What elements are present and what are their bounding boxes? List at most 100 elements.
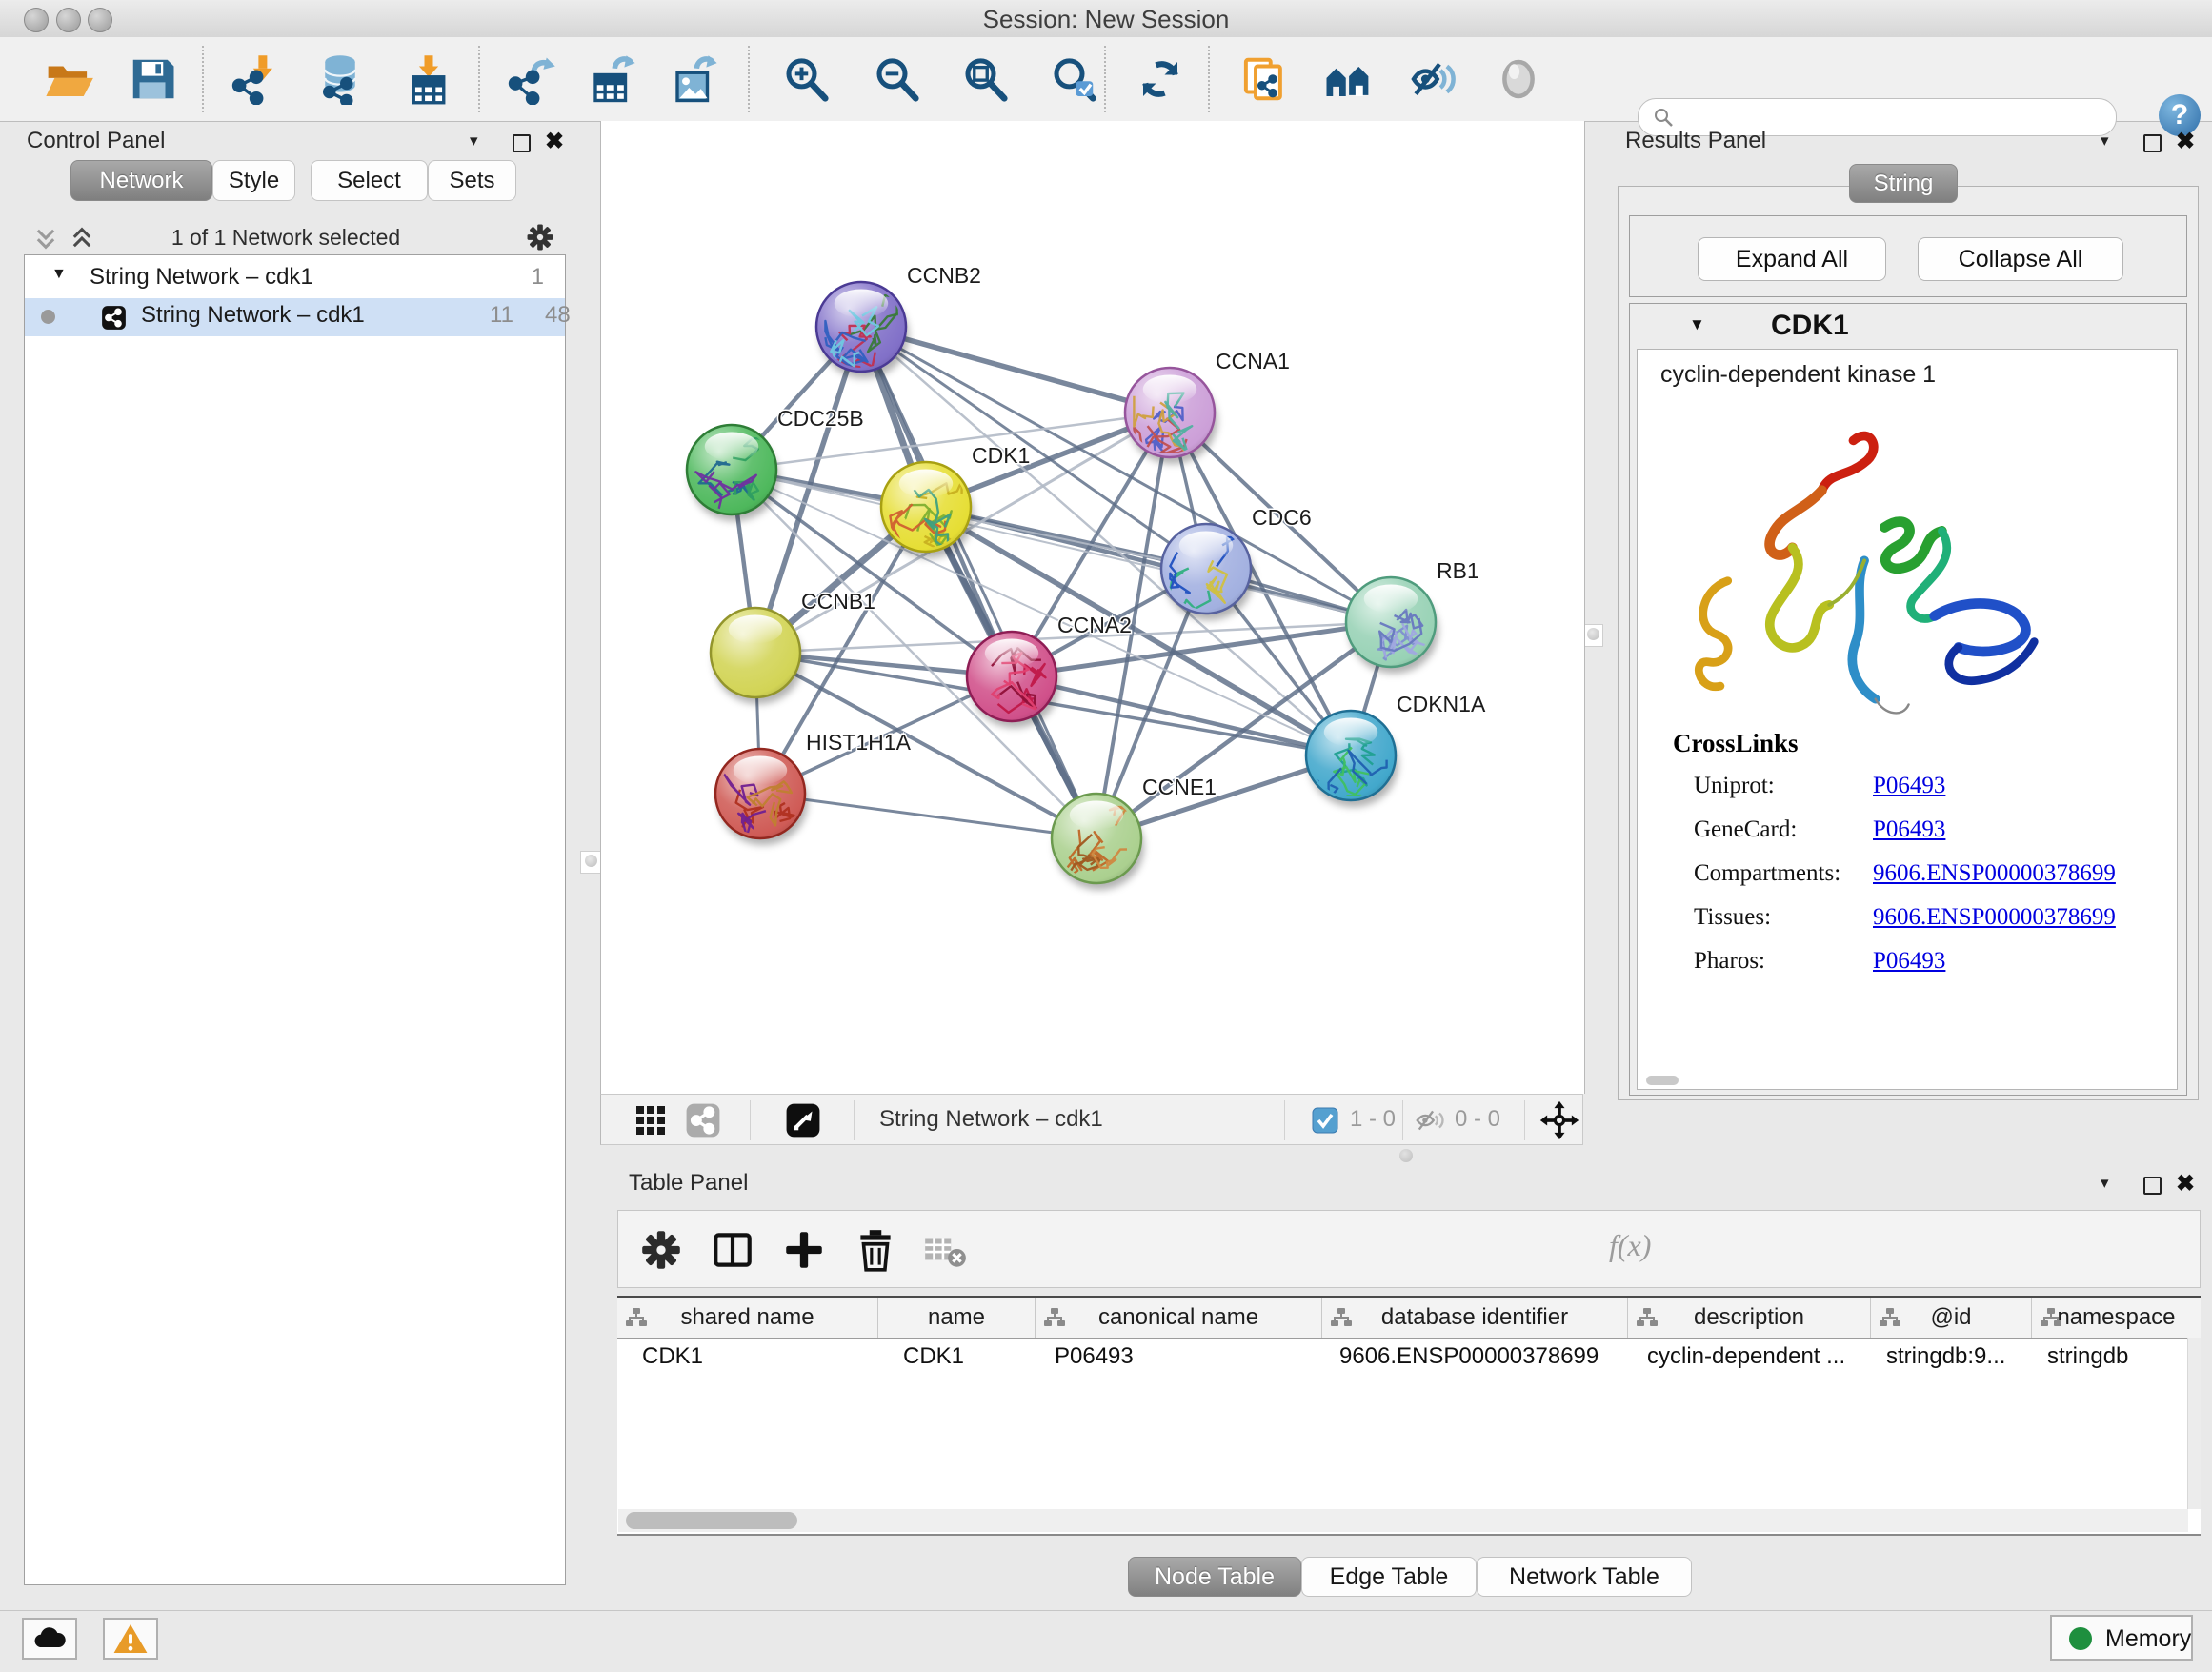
- import-table-icon[interactable]: [403, 53, 454, 105]
- zoom-in-icon[interactable]: [780, 53, 832, 105]
- network-node-CDC25B[interactable]: [687, 425, 779, 521]
- network-node-CDK1[interactable]: [881, 462, 974, 558]
- cloud-button[interactable]: [22, 1618, 77, 1660]
- tab-style[interactable]: Style: [212, 160, 295, 201]
- share-view-icon[interactable]: [685, 1102, 721, 1138]
- table-row[interactable]: CDK1 CDK1 P06493 9606.ENSP00000378699 cy…: [617, 1339, 2201, 1377]
- node-label-CCNB1: CCNB1: [801, 589, 875, 614]
- gene-collapse-icon[interactable]: ▼: [1689, 315, 1705, 334]
- zoom-selected-icon[interactable]: [1048, 53, 1099, 105]
- network-edge-CCNB2-CCNE1[interactable]: [861, 327, 1096, 838]
- show-graphics-icon[interactable]: [1493, 53, 1544, 105]
- column-header[interactable]: description: [1628, 1298, 1871, 1338]
- import-database-icon[interactable]: [314, 53, 366, 105]
- collapse-all-button[interactable]: Collapse All: [1918, 237, 2123, 281]
- results-panel-collapse-icon[interactable]: ▾: [2101, 131, 2109, 151]
- collapse-all-icon[interactable]: [32, 225, 59, 252]
- add-column-icon[interactable]: [780, 1226, 828, 1274]
- control-panel-float-icon[interactable]: [513, 134, 531, 152]
- network-node-CCNA1[interactable]: [1125, 368, 1217, 464]
- delete-column-icon[interactable]: [852, 1226, 899, 1274]
- network-row[interactable]: String Network – cdk1 11 48: [25, 298, 565, 336]
- export-network-icon[interactable]: [506, 53, 557, 105]
- network-edge-CCNE1-HIST1H1A[interactable]: [760, 794, 1096, 838]
- tree-expand-icon[interactable]: ▼: [51, 266, 67, 283]
- network-share-icon: [101, 305, 127, 331]
- protein-structure-image: [1666, 424, 2066, 719]
- birds-eye-icon[interactable]: [785, 1102, 821, 1138]
- network-node-CCNA2[interactable]: [967, 632, 1059, 728]
- results-panel-float-icon[interactable]: [2143, 134, 2162, 152]
- left-splitter-grip[interactable]: [580, 851, 601, 874]
- tab-node-table[interactable]: Node Table: [1128, 1557, 1301, 1597]
- zoom-out-icon[interactable]: [871, 53, 922, 105]
- network-node-HIST1H1A[interactable]: [715, 749, 808, 845]
- hidden-eye-slash-icon[interactable]: [1413, 1106, 1445, 1135]
- memory-status-dot: [2069, 1627, 2092, 1650]
- table-gear-icon[interactable]: [637, 1226, 685, 1274]
- expand-all-icon[interactable]: [69, 225, 95, 252]
- table-panel-collapse-icon[interactable]: ▾: [2101, 1174, 2109, 1193]
- crosslink-link[interactable]: P06493: [1873, 948, 1945, 975]
- column-header[interactable]: name: [878, 1298, 1036, 1338]
- results-scrollbar[interactable]: [1646, 1076, 1679, 1085]
- network-node-CCNE1[interactable]: [1052, 794, 1144, 890]
- save-icon[interactable]: [127, 53, 178, 105]
- memory-button[interactable]: Memory: [2050, 1615, 2193, 1661]
- node-label-CCNB2: CCNB2: [907, 263, 981, 288]
- table-panel-close-icon[interactable]: ✖: [2176, 1170, 2195, 1198]
- node-label-RB1: RB1: [1437, 558, 1479, 583]
- collection-label: String Network – cdk1: [90, 264, 313, 291]
- export-image-icon[interactable]: [669, 53, 720, 105]
- gear-icon[interactable]: [524, 221, 556, 253]
- hidden-counts: 0 - 0: [1455, 1106, 1500, 1133]
- open-folder-icon[interactable]: [43, 53, 94, 105]
- results-panel-close-icon[interactable]: ✖: [2176, 128, 2195, 155]
- fit-content-crosshair-icon[interactable]: [1538, 1099, 1580, 1141]
- warning-button[interactable]: [103, 1618, 158, 1660]
- show-columns-icon[interactable]: [709, 1226, 756, 1274]
- control-panel-close-icon[interactable]: ✖: [545, 128, 564, 155]
- column-header[interactable]: namespace: [2032, 1298, 2201, 1338]
- table-horizontal-scrollbar[interactable]: [618, 1509, 2188, 1532]
- tab-sets[interactable]: Sets: [428, 160, 516, 201]
- network-node-CCNB1[interactable]: [711, 608, 803, 704]
- crosslink-link[interactable]: 9606.ENSP00000378699: [1873, 904, 2116, 931]
- network-node-RB1[interactable]: [1346, 577, 1438, 674]
- network-node-CDC6[interactable]: [1161, 524, 1254, 620]
- table-panel-float-icon[interactable]: [2143, 1177, 2162, 1195]
- selected-checkbox-icon[interactable]: [1312, 1107, 1338, 1134]
- column-header[interactable]: @id: [1871, 1298, 2032, 1338]
- tab-string[interactable]: String: [1849, 164, 1958, 203]
- clone-network-icon[interactable]: [1238, 53, 1290, 105]
- network-collection-row[interactable]: ▼ String Network – cdk1 1: [25, 260, 565, 298]
- delete-table-icon[interactable]: [921, 1226, 969, 1274]
- hide-graphics-icon[interactable]: [1405, 53, 1457, 105]
- control-panel-collapse-icon[interactable]: ▾: [470, 131, 478, 151]
- tab-edge-table[interactable]: Edge Table: [1301, 1557, 1477, 1597]
- refresh-icon[interactable]: [1135, 53, 1186, 105]
- expand-all-button[interactable]: Expand All: [1698, 237, 1886, 281]
- crosslink-link[interactable]: P06493: [1873, 816, 1945, 843]
- style-houses-icon[interactable]: [1322, 53, 1374, 105]
- network-edges[interactable]: [732, 327, 1391, 838]
- tab-select[interactable]: Select: [311, 160, 428, 201]
- tab-network[interactable]: Network: [70, 160, 212, 201]
- column-header[interactable]: canonical name: [1036, 1298, 1322, 1338]
- column-header[interactable]: shared name: [617, 1298, 878, 1338]
- network-node-CDKN1A[interactable]: [1306, 711, 1398, 807]
- import-network-icon[interactable]: [230, 53, 281, 105]
- horizontal-splitter-grip[interactable]: [1399, 1149, 1413, 1162]
- right-splitter-grip[interactable]: [1582, 624, 1603, 647]
- tab-network-table[interactable]: Network Table: [1477, 1557, 1692, 1597]
- crosslink-link[interactable]: 9606.ENSP00000378699: [1873, 860, 2116, 887]
- column-header[interactable]: database identifier: [1322, 1298, 1628, 1338]
- crosslink-link[interactable]: P06493: [1873, 773, 1945, 799]
- grid-view-icon[interactable]: [635, 1105, 666, 1136]
- crosslink-label: Compartments:: [1694, 860, 1840, 887]
- network-canvas[interactable]: CCNB2CCNA1CDC25BCDK1CDC6RB1CCNB1CCNA2CDK…: [600, 121, 1585, 1094]
- export-table-icon[interactable]: [587, 53, 638, 105]
- table-vertical-scrollbar[interactable]: [2187, 1338, 2201, 1509]
- function-builder-icon[interactable]: f(x): [1609, 1228, 1651, 1263]
- zoom-fit-icon[interactable]: [959, 53, 1011, 105]
